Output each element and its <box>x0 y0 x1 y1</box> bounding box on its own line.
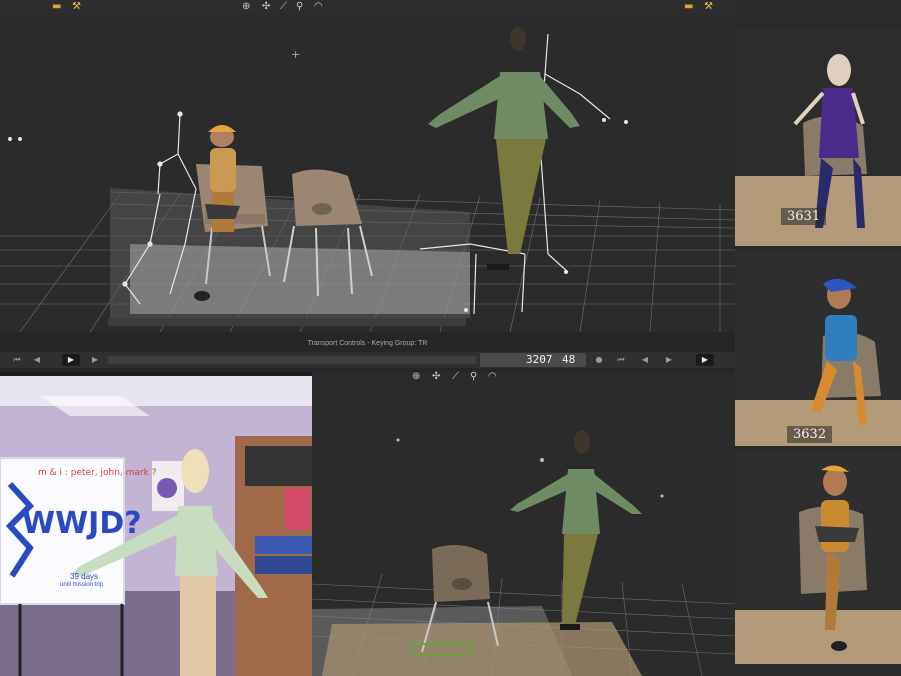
record-button[interactable]: ● <box>590 354 608 366</box>
thumbnail-scene-2 <box>735 250 901 446</box>
manipulator-icon[interactable]: ⊕ <box>242 0 250 14</box>
bookshelf <box>235 436 312 676</box>
frame-thumbnail-3[interactable] <box>735 450 901 664</box>
whiteboard-title: WWJD? <box>22 506 142 541</box>
frame-number: 3207 <box>526 353 553 366</box>
frame-display[interactable]: 3207 48 <box>480 353 586 367</box>
step-back-button[interactable]: ◀ <box>28 354 46 366</box>
zoom-icon[interactable]: ⚲ <box>470 370 477 384</box>
orbit-icon[interactable]: ◠ <box>488 370 497 384</box>
orbit-icon[interactable]: ◠ <box>314 0 323 14</box>
subframe-number: 48 <box>562 353 576 366</box>
thumbnail-frame-label <box>787 636 799 638</box>
whiteboard-heading: m & i : peter, john, mark ? <box>38 468 157 478</box>
thumbnail-frame-label: 3632 <box>787 426 833 443</box>
prev-key-button[interactable]: ◀ <box>636 354 654 366</box>
select-icon[interactable]: ✣ <box>432 370 440 384</box>
render-icon[interactable]: ⚒ <box>704 0 713 14</box>
play-button-right[interactable]: ▶ <box>696 354 714 366</box>
camera-icon[interactable]: ▬ <box>52 0 61 14</box>
zoom-icon[interactable]: ⚲ <box>296 0 303 14</box>
svg-text:+: + <box>291 48 300 61</box>
whiteboard-note-1: 39 days <box>70 572 99 581</box>
play-button[interactable]: ▶ <box>62 354 80 366</box>
bottom-3d-viewport[interactable] <box>312 384 735 676</box>
frame-thumbnail-3631[interactable]: 3631 <box>735 28 901 246</box>
thumbnail-scene-3 <box>735 450 901 664</box>
go-start-button[interactable]: ⏮ <box>8 354 26 366</box>
thumbnail-frame-label: 3631 <box>781 208 827 225</box>
next-key-button[interactable]: ▶ <box>660 354 678 366</box>
skeleton-icon[interactable]: ⟋ <box>280 0 287 14</box>
skeleton-icon[interactable]: ⟋ <box>452 370 459 384</box>
render-icon[interactable]: ⚒ <box>72 0 81 14</box>
timeline-slider[interactable] <box>108 356 476 364</box>
frame-thumbnail-3632[interactable]: 3632 <box>735 250 901 446</box>
main-3d-viewport[interactable]: + <box>0 14 735 332</box>
manipulator-icon[interactable]: ⊕ <box>412 370 420 384</box>
transport-controls: Transport Controls - Keying Group: TR ⏮ … <box>0 332 735 372</box>
viewport-scene: + <box>0 27 735 332</box>
step-forward-button[interactable]: ▶ <box>86 354 104 366</box>
go-start-button-right[interactable]: ⏮ <box>612 354 630 366</box>
main-viewport-toolbar: ▬ ⚒ ⊕ ✣ ⟋ ⚲ ◠ ▬ ⚒ <box>0 0 735 14</box>
thumbnail-strip: 3631 3632 <box>735 0 901 676</box>
select-icon[interactable]: ✣ <box>262 0 270 14</box>
whiteboard-note-2: until mission trip <box>60 582 104 588</box>
bottom-viewport-toolbar: ⊕ ✣ ⟋ ⚲ ◠ <box>312 370 735 384</box>
transport-title: Transport Controls - Keying Group: TR <box>307 340 428 347</box>
bottom-viewport-scene <box>312 430 735 676</box>
camera-icon[interactable]: ▬ <box>684 0 693 14</box>
reference-video-panel: m & i : peter, john, mark ? WWJD? 39 day… <box>0 376 312 676</box>
